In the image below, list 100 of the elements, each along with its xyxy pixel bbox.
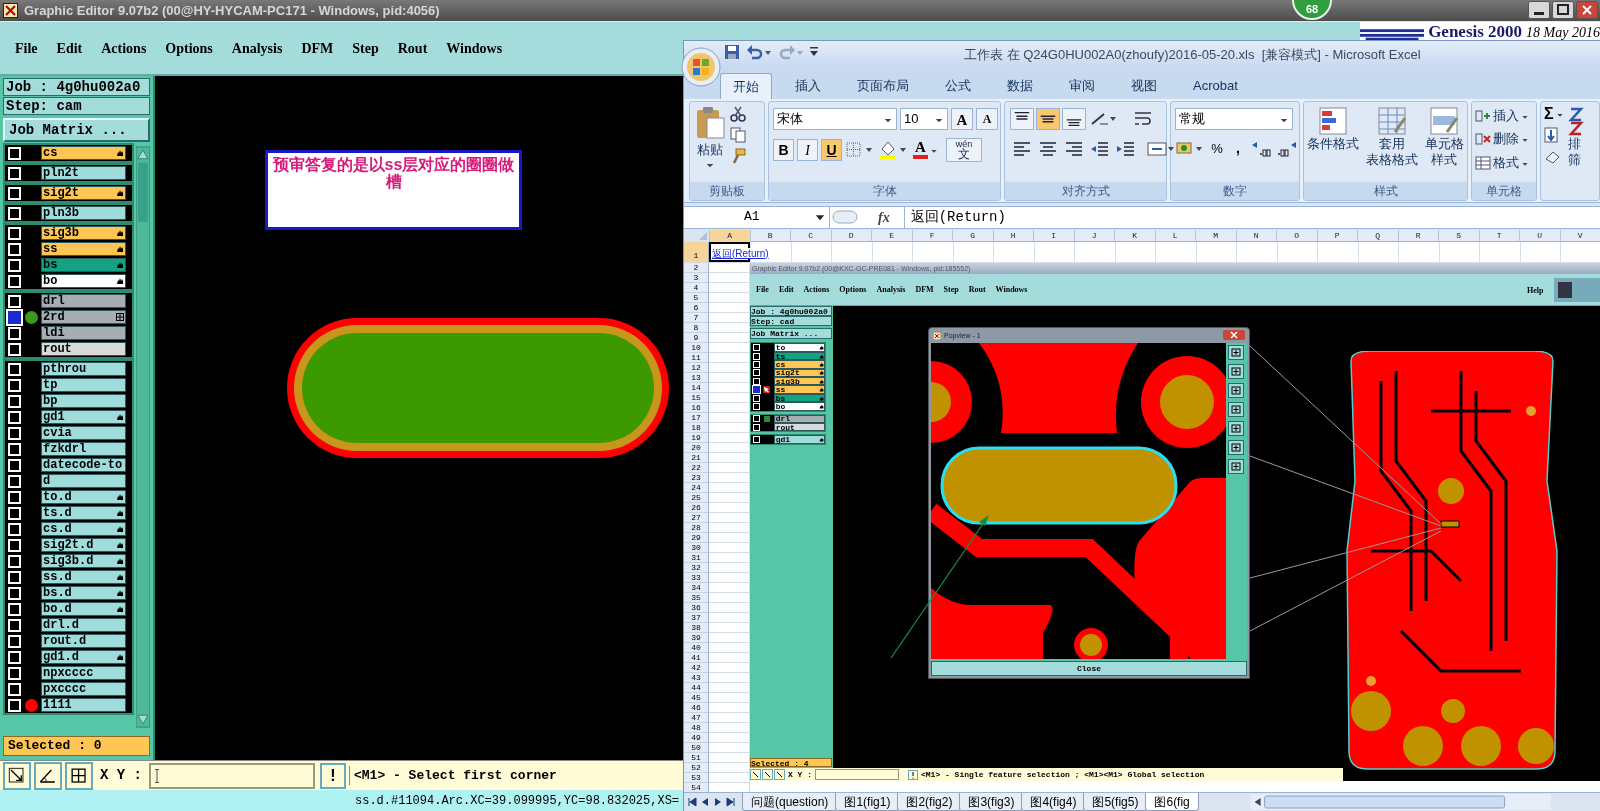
row-number[interactable]: 53 — [684, 773, 708, 784]
column-header[interactable]: F — [911, 229, 952, 242]
vertical-align-button[interactable] — [1062, 107, 1086, 130]
format-painter-icon[interactable] — [730, 147, 746, 164]
ribbon-tab[interactable]: 页面布局 — [844, 72, 922, 99]
column-header[interactable]: G — [952, 229, 993, 242]
row-number[interactable]: 41 — [684, 653, 708, 664]
column-header[interactable]: A — [709, 229, 750, 242]
row-number[interactable]: 16 — [684, 403, 708, 414]
row-number[interactable]: 42 — [684, 663, 708, 674]
close-button[interactable] — [1576, 1, 1598, 19]
column-header[interactable]: H — [992, 229, 1033, 242]
minimize-button[interactable] — [1528, 1, 1550, 19]
menu-item[interactable]: Windows — [995, 284, 1028, 296]
column-header[interactable]: P — [1316, 229, 1357, 242]
row-number[interactable]: 50 — [684, 743, 708, 754]
undo-icon[interactable] — [746, 44, 772, 60]
job-matrix-button[interactable]: Job Matrix ... — [3, 118, 150, 142]
row-number[interactable]: 45 — [684, 693, 708, 704]
layer-name-box[interactable]: rout — [773, 423, 825, 432]
ribbon-tab[interactable]: 插入 — [782, 72, 834, 99]
layer-name-box[interactable]: drl.d — [41, 618, 126, 632]
layer-name-box[interactable]: cs — [773, 360, 825, 369]
vertical-align-button[interactable] — [1010, 107, 1034, 130]
row-number[interactable]: 10 — [684, 343, 708, 354]
layer-name-box[interactable]: ss — [41, 242, 126, 256]
phonetic-guide-button[interactable]: wén 文 — [946, 137, 982, 162]
comma-button[interactable]: , — [1229, 137, 1247, 160]
clipboard-icon[interactable] — [694, 105, 726, 140]
name-box[interactable]: A1 — [684, 206, 830, 228]
ribbon-tab[interactable]: 数据 — [994, 72, 1046, 99]
row-number[interactable]: 14 — [684, 383, 708, 394]
percent-button[interactable]: % — [1207, 137, 1227, 160]
layer-name-box[interactable]: pln2t — [41, 166, 126, 180]
row-number[interactable]: 7 — [684, 313, 708, 324]
column-header[interactable]: U — [1519, 229, 1560, 242]
row-number[interactable]: 40 — [684, 643, 708, 654]
column-header[interactable]: S — [1438, 229, 1479, 242]
zoom-out-icon[interactable] — [1228, 383, 1244, 399]
xy-input-field[interactable] — [149, 762, 315, 789]
sheet-tab[interactable]: 问题(question) — [742, 793, 838, 811]
grid-snap-icon[interactable] — [65, 761, 93, 790]
row-number[interactable]: 34 — [684, 583, 708, 594]
column-header[interactable]: M — [1195, 229, 1236, 242]
layer-name-box[interactable]: d — [41, 474, 126, 488]
menu-item[interactable]: File — [15, 37, 38, 59]
zoom-area-icon[interactable] — [1228, 440, 1244, 456]
layer-name-box[interactable]: rout.d — [41, 634, 126, 648]
menu-item[interactable]: Edit — [778, 284, 794, 296]
column-header[interactable]: I — [1033, 229, 1074, 242]
row-number[interactable]: 6 — [684, 303, 708, 314]
alert-button[interactable] — [908, 770, 918, 780]
row-number[interactable]: 49 — [684, 733, 708, 744]
sheet-tab[interactable]: 图5(fig5) — [1083, 793, 1148, 811]
row-number[interactable]: 44 — [684, 683, 708, 694]
column-header[interactable]: D — [830, 229, 871, 242]
row-number[interactable]: 12 — [684, 363, 708, 374]
paste-label[interactable]: 粘贴 — [697, 139, 723, 160]
resize-icon[interactable] — [750, 769, 761, 781]
column-header[interactable]: V — [1559, 229, 1600, 242]
last-sheet-icon[interactable] — [725, 796, 737, 808]
layer-name-box[interactable]: ldi — [41, 326, 126, 340]
row-number[interactable]: 3 — [684, 273, 708, 284]
row-number[interactable]: 37 — [684, 613, 708, 624]
menu-item[interactable]: Options — [165, 37, 213, 59]
menu-item[interactable]: Edit — [56, 37, 83, 59]
layer-name-box[interactable]: bp — [41, 394, 126, 408]
menu-item[interactable]: Analysis — [231, 37, 283, 59]
font-color-button[interactable]: A — [913, 138, 943, 161]
row-number[interactable]: 22 — [684, 463, 708, 474]
layer-name-box[interactable]: pthrou — [41, 362, 126, 376]
layer-name-box[interactable]: cs — [41, 146, 126, 160]
layer-name-box[interactable]: sig2t.d — [41, 538, 126, 552]
font-size-dropdown[interactable]: 10 — [900, 107, 948, 130]
row-number[interactable]: 39 — [684, 633, 708, 644]
row-number[interactable]: 26 — [684, 503, 708, 514]
ribbon-tab[interactable]: Acrobat — [1180, 72, 1251, 99]
menu-item[interactable]: Actions — [803, 284, 830, 296]
font-name-dropdown[interactable]: 宋体 — [773, 107, 897, 130]
menu-item[interactable]: Windows — [446, 37, 503, 59]
column-header[interactable]: Q — [1357, 229, 1398, 242]
column-header[interactable]: K — [1114, 229, 1155, 242]
layer-name-box[interactable]: npxcccc — [41, 666, 126, 680]
row-number[interactable]: 2 — [684, 263, 708, 274]
copy-icon[interactable] — [730, 126, 746, 143]
row-number[interactable]: 19 — [684, 433, 708, 444]
layer-name-box[interactable]: drl — [41, 294, 126, 308]
row-number[interactable]: 35 — [684, 593, 708, 604]
layer-name-box[interactable]: bs.d — [41, 586, 126, 600]
row-number[interactable]: 9 — [684, 333, 708, 344]
sheet-tab[interactable]: 图1(fig1) — [835, 793, 900, 811]
pan-left-icon[interactable] — [1228, 402, 1244, 418]
style-button[interactable]: 条件格式 — [1307, 105, 1360, 182]
layer-name-box[interactable]: rout — [41, 342, 126, 356]
grow-font-button[interactable]: A — [951, 107, 973, 130]
first-sheet-icon[interactable] — [686, 796, 698, 808]
layer-name-box[interactable]: bo — [773, 402, 825, 411]
row-number[interactable]: 31 — [684, 553, 708, 564]
resize-icon[interactable] — [3, 761, 31, 790]
row-number[interactable]: 25 — [684, 493, 708, 504]
